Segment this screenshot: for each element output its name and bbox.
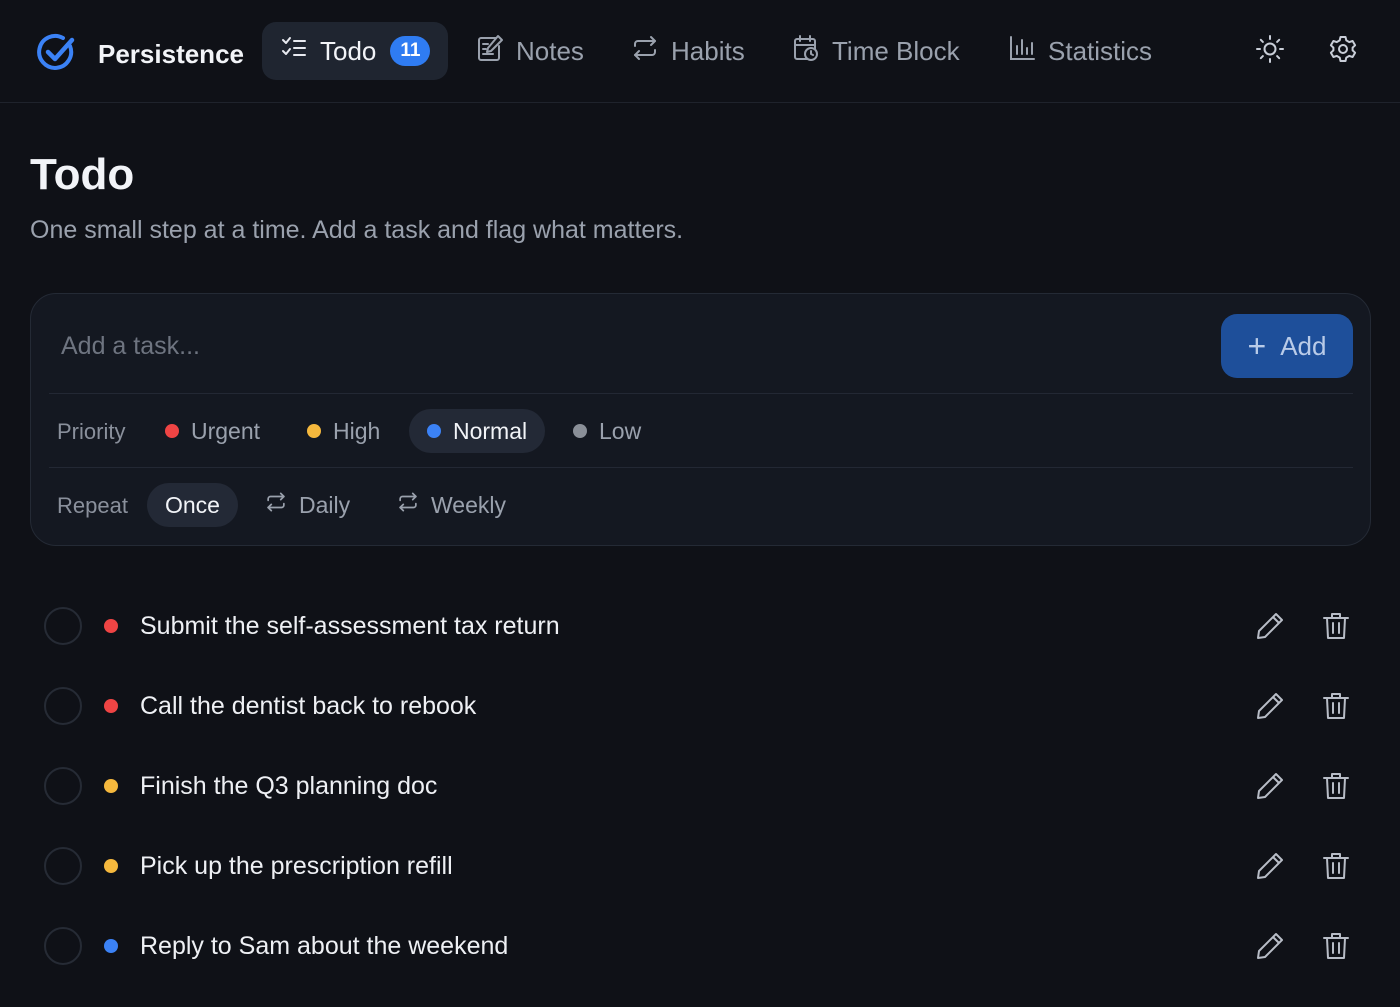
task-priority-dot [104, 619, 118, 633]
settings-button[interactable] [1326, 34, 1360, 68]
task-priority-dot [104, 779, 118, 793]
repeat-icon [397, 491, 431, 519]
top-navigation-bar: Persistence Todo 11 Notes Habits Time Bl… [0, 0, 1400, 103]
priority-dot [165, 424, 179, 438]
repeat-icon [265, 491, 299, 519]
priority-option-label: Low [599, 417, 642, 444]
task-item: Finish the Q3 planning doc [44, 756, 1364, 816]
repeat-option-label: Weekly [431, 491, 506, 518]
pencil-icon [1257, 933, 1283, 959]
priority-dot [307, 424, 321, 438]
nav-tab-label: Habits [671, 35, 745, 66]
priority-option-label: Normal [453, 417, 528, 444]
sun-icon [1255, 34, 1285, 69]
priority-option-label: Urgent [191, 417, 261, 444]
pencil-icon [1257, 853, 1283, 879]
task-priority-dot [104, 939, 118, 953]
pencil-icon [1257, 613, 1283, 639]
divider [49, 393, 1353, 394]
plus-icon: + [1247, 328, 1267, 364]
new-task-composer: + Add Priority Urgent High Normal Low Re… [30, 293, 1371, 546]
task-title: Submit the self-assessment tax return [140, 611, 560, 640]
repeat-option-weekly[interactable]: Weekly [379, 483, 524, 527]
priority-option-normal[interactable]: Normal [409, 409, 546, 453]
trash-icon [1323, 933, 1349, 959]
priority-dot [427, 424, 441, 438]
gear-icon [1328, 34, 1358, 69]
edit-task-button[interactable] [1254, 770, 1286, 802]
edit-task-button[interactable] [1254, 610, 1286, 642]
delete-task-button[interactable] [1320, 610, 1352, 642]
task-title: Pick up the prescription refill [140, 851, 453, 880]
edit-task-button[interactable] [1254, 930, 1286, 962]
logo-check-icon [36, 32, 76, 77]
priority-option-urgent[interactable]: Urgent [147, 409, 278, 453]
delete-task-button[interactable] [1320, 770, 1352, 802]
delete-task-button[interactable] [1320, 850, 1352, 882]
priority-dot [573, 424, 587, 438]
priority-option-label: High [333, 417, 381, 444]
delete-task-button[interactable] [1320, 930, 1352, 962]
nav-tab-habits[interactable]: Habits [631, 22, 745, 80]
repeat-icon [631, 34, 671, 69]
task-title: Call the dentist back to rebook [140, 691, 477, 720]
todo-count-badge: 11 [390, 36, 431, 66]
trash-icon [1323, 853, 1349, 879]
task-title: Finish the Q3 planning doc [140, 771, 438, 800]
calendar-clock-icon [792, 34, 832, 69]
task-item: Submit the self-assessment tax return [44, 596, 1364, 656]
delete-task-button[interactable] [1320, 690, 1352, 722]
add-task-button[interactable]: + Add [1221, 314, 1353, 378]
repeat-option-daily[interactable]: Daily [247, 483, 368, 527]
app-name: Persistence [98, 39, 244, 69]
nav-tab-time-block[interactable]: Time Block [792, 22, 960, 80]
nav-tab-label: Notes [516, 35, 584, 66]
nav-tab-label: Time Block [832, 35, 960, 66]
theme-toggle-button[interactable] [1253, 34, 1287, 68]
nav-tab-label: Todo [320, 35, 377, 66]
task-title: Reply to Sam about the weekend [140, 931, 509, 960]
repeat-label: Repeat [57, 493, 128, 518]
edit-task-button[interactable] [1254, 850, 1286, 882]
nav-tab-label: Statistics [1048, 35, 1153, 66]
page-subtitle: One small step at a time. Add a task and… [30, 216, 684, 244]
trash-icon [1323, 613, 1349, 639]
bar-chart-icon [1008, 34, 1048, 69]
task-complete-checkbox[interactable] [44, 767, 82, 805]
repeat-option-label: Daily [299, 491, 351, 518]
task-item: Pick up the prescription refill [44, 836, 1364, 896]
task-item: Reply to Sam about the weekend [44, 916, 1364, 976]
add-button-label: Add [1280, 330, 1327, 361]
task-complete-checkbox[interactable] [44, 847, 82, 885]
edit-task-button[interactable] [1254, 690, 1286, 722]
task-item: Call the dentist back to rebook [44, 676, 1364, 736]
nav-tab-notes[interactable]: Notes [476, 22, 584, 80]
repeat-option-once[interactable]: Once [147, 483, 238, 527]
priority-option-high[interactable]: High [289, 409, 398, 453]
task-complete-checkbox[interactable] [44, 607, 82, 645]
list-check-icon [280, 34, 320, 69]
task-priority-dot [104, 699, 118, 713]
page-title: Todo [30, 150, 135, 199]
task-priority-dot [104, 859, 118, 873]
priority-option-low[interactable]: Low [555, 409, 659, 453]
repeat-option-label: Once [165, 491, 220, 518]
task-input[interactable] [61, 322, 1161, 370]
trash-icon [1323, 693, 1349, 719]
task-complete-checkbox[interactable] [44, 927, 82, 965]
priority-label: Priority [57, 419, 126, 444]
nav-tab-statistics[interactable]: Statistics [1008, 22, 1152, 80]
note-edit-icon [476, 34, 516, 69]
pencil-icon [1257, 773, 1283, 799]
nav-tab-todo[interactable]: Todo 11 [262, 22, 449, 80]
task-complete-checkbox[interactable] [44, 687, 82, 725]
divider [49, 467, 1353, 468]
pencil-icon [1257, 693, 1283, 719]
trash-icon [1323, 773, 1349, 799]
brand[interactable]: Persistence [36, 32, 244, 77]
